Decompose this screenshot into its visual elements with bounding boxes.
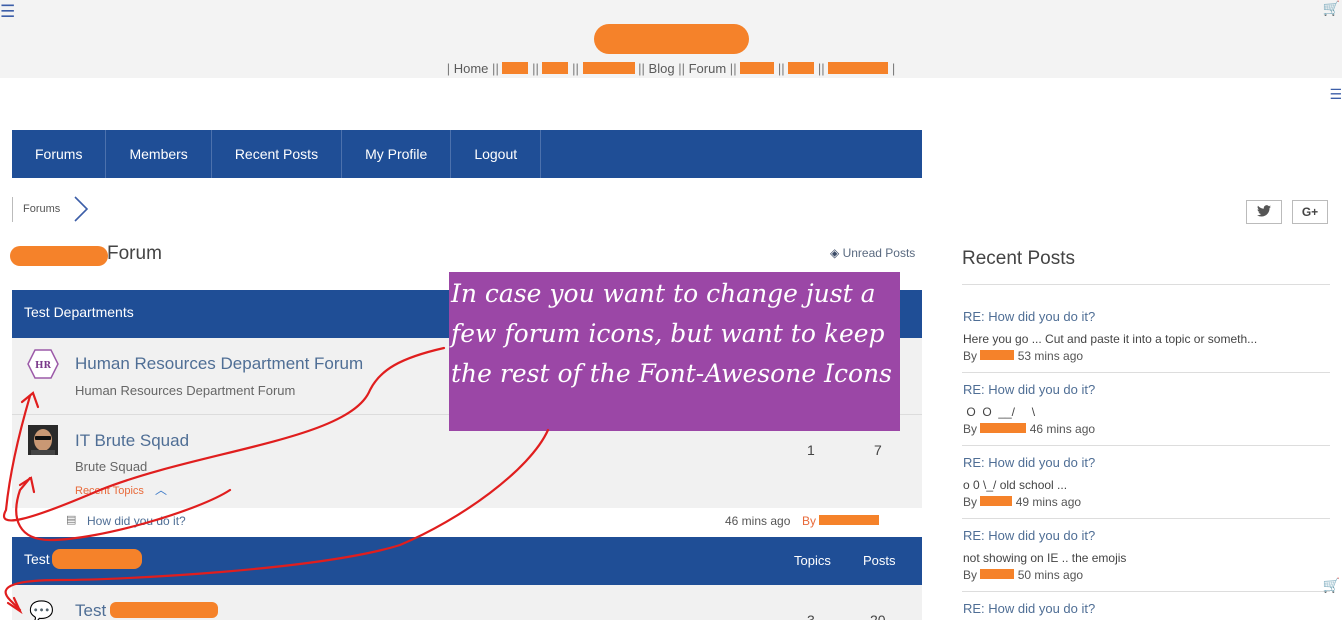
google-plus-share-button[interactable]: G+ (1292, 200, 1328, 224)
recent-post-title[interactable]: RE: How did you do it? (963, 601, 1331, 616)
avatar-forum-icon (28, 425, 58, 455)
recent-topic-time: 46 mins ago (725, 514, 791, 528)
recent-post-title[interactable]: RE: How did you do it? (963, 309, 1331, 324)
forum-description: Human Resources Department Forum (75, 383, 296, 398)
recent-post-excerpt: Here you go ... Cut and paste it into a … (963, 332, 1258, 346)
hamburger-menu-icon[interactable]: ☰ (0, 2, 15, 22)
posts-count: 7 (874, 442, 882, 458)
redacted-author (980, 569, 1015, 579)
forum-name[interactable]: Test (75, 601, 106, 620)
cart-icon[interactable]: 🛒 (1323, 0, 1340, 17)
recent-post-excerpt: O O __/ \ (963, 405, 1036, 419)
tab-my-profile[interactable]: My Profile (342, 130, 452, 178)
breadcrumb-forums[interactable]: Forums (23, 203, 60, 215)
recent-post-item[interactable]: RE: How did you do it? not showing on IE… (963, 528, 1331, 582)
forum-name[interactable]: Human Resources Department Forum (75, 354, 363, 374)
redacted-link[interactable] (542, 62, 569, 74)
category-title[interactable]: Test Departments (24, 304, 134, 320)
tab-logout[interactable]: Logout (451, 130, 542, 178)
site-nav-blog[interactable]: Blog (649, 61, 675, 76)
recent-post-meta: By 49 mins ago (963, 495, 1082, 509)
hr-forum-icon: HR (27, 349, 59, 379)
recent-topic-row[interactable]: ▤ How did you do it? 46 mins ago By (12, 508, 922, 533)
divider (962, 372, 1330, 373)
redacted-link[interactable] (788, 62, 815, 74)
cart-icon[interactable]: 🛒 (1323, 577, 1340, 594)
recent-post-meta: By 50 mins ago (963, 568, 1084, 582)
secondary-menu-icon[interactable]: ☰ (1329, 86, 1342, 103)
recent-topics-toggle[interactable]: Recent Topics ︿ (75, 481, 167, 498)
topics-column-header: Topics (794, 553, 831, 568)
chevron-up-icon: ︿ (154, 483, 167, 497)
redacted-link[interactable] (828, 62, 889, 74)
topics-count: 3 (807, 612, 815, 620)
recent-post-item[interactable]: RE: How did you do it? o 0 \_/ old schoo… (963, 455, 1331, 509)
recent-post-item[interactable]: RE: How did you do it? Here you go ... C… (963, 309, 1331, 363)
recent-post-meta: By 53 mins ago (963, 349, 1084, 363)
twitter-icon (1257, 205, 1271, 217)
comments-icon: 💬 (29, 601, 54, 620)
tab-forums[interactable]: Forums (12, 130, 107, 178)
posts-column-header: Posts (863, 553, 896, 568)
redacted-link[interactable] (582, 62, 635, 74)
divider (962, 445, 1330, 446)
redacted-link[interactable] (502, 62, 529, 74)
recent-posts-title: Recent Posts (962, 248, 1075, 269)
redacted-forum-name (10, 246, 108, 266)
redacted-category-name (52, 549, 142, 569)
recent-topic-title[interactable]: How did you do it? (87, 514, 186, 528)
recent-post-title[interactable]: RE: How did you do it? (963, 382, 1331, 397)
redacted-author (980, 350, 1015, 360)
recent-post-title[interactable]: RE: How did you do it? (963, 528, 1331, 543)
forum-name[interactable]: IT Brute Squad (75, 431, 189, 451)
breadcrumb[interactable]: Forums (12, 197, 60, 222)
breadcrumb-chevron-icon (74, 196, 89, 222)
tab-members[interactable]: Members (106, 130, 212, 178)
recent-post-item[interactable]: RE: How did you do it? (963, 601, 1331, 616)
topics-count: 1 (807, 442, 815, 458)
recent-topic-author[interactable]: By (802, 514, 880, 528)
redacted-author (980, 423, 1027, 433)
redacted-author (819, 515, 880, 525)
category-header: Test Topics Posts (12, 537, 922, 585)
tab-recent-posts[interactable]: Recent Posts (212, 130, 343, 178)
recent-post-meta: By 46 mins ago (963, 422, 1096, 436)
svg-text:HR: HR (35, 361, 52, 371)
twitter-share-button[interactable] (1246, 200, 1282, 224)
site-header: ☰ 🛒 | Home || || || || Blog || Forum || … (0, 0, 1342, 78)
site-nav-forum[interactable]: Forum (689, 61, 727, 76)
document-icon: ▤ (66, 514, 77, 526)
site-nav-home[interactable]: Home (454, 61, 489, 76)
recent-post-item[interactable]: RE: How did you do it? O O __/ \ By 46 m… (963, 382, 1331, 436)
annotation-callout: In case you want to change just a few fo… (449, 272, 900, 431)
recent-post-excerpt: not showing on IE .. the emojis (963, 551, 1127, 565)
redacted-link[interactable] (740, 62, 775, 74)
forum-description: Brute Squad (75, 459, 148, 474)
redacted-author (980, 496, 1013, 506)
divider (962, 591, 1330, 592)
divider (962, 284, 1330, 285)
recent-post-title[interactable]: RE: How did you do it? (963, 455, 1331, 470)
unread-posts-link[interactable]: ◈ Unread Posts (830, 246, 915, 260)
divider (962, 518, 1330, 519)
recent-post-excerpt: o 0 \_/ old school ... (963, 478, 1068, 492)
layers-icon: ◈ (830, 246, 840, 260)
redacted-forum-name (110, 602, 218, 618)
forum-nav-bar: Forums Members Recent Posts My Profile L… (12, 130, 922, 178)
category-title[interactable]: Test (24, 551, 50, 567)
posts-count: 20 (870, 612, 886, 620)
page-title: Forum (107, 243, 162, 264)
site-nav: | Home || || || || Blog || Forum || || |… (446, 61, 896, 76)
redacted-logo (594, 24, 749, 54)
